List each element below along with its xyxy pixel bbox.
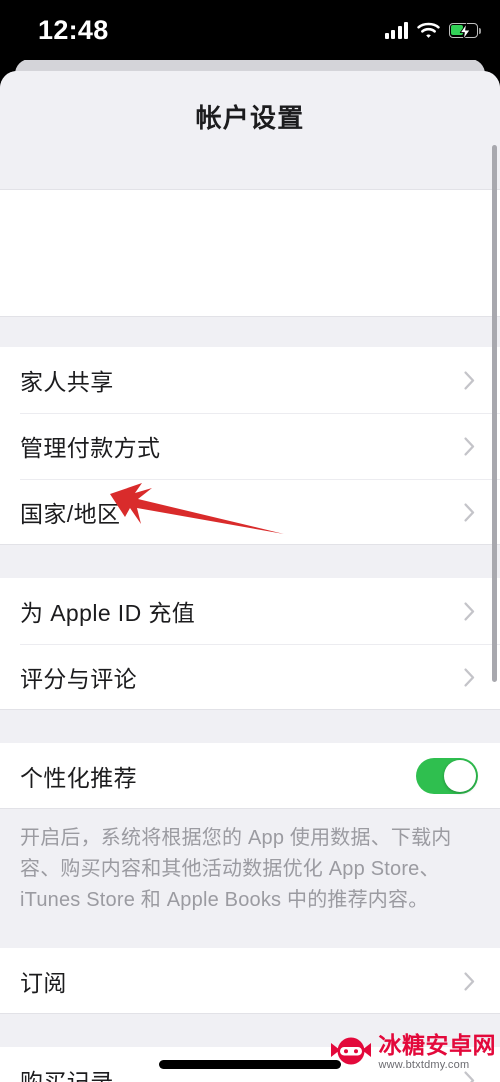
settings-scroll-area[interactable]: 家人共享 管理付款方式 国家/地区 为 Apple ID 充值 评分与评论 个性… (0, 189, 500, 1082)
cellular-signal-icon (384, 21, 408, 39)
row-label: 评分与评论 (20, 666, 137, 692)
settings-row-subscriptions[interactable]: 订阅 (0, 948, 500, 1014)
group-spacer (0, 710, 500, 743)
row-label: 家人共享 (20, 369, 114, 395)
status-bar-time: 12:48 (38, 15, 109, 45)
group-spacer (0, 932, 500, 948)
settings-row-family-sharing[interactable]: 家人共享 (0, 347, 500, 413)
wifi-icon (417, 22, 440, 38)
charging-bolt-icon (459, 22, 471, 40)
subscription-group: 订阅 (0, 948, 500, 1014)
account-summary-placeholder (0, 189, 500, 317)
chevron-right-icon (464, 436, 475, 456)
chevron-right-icon (464, 370, 475, 390)
phone-screen: 12:48 帐户设置 家人共享 管理付款方式 国家/地区 为 Apple ID … (0, 0, 500, 1082)
settings-row-ratings-reviews[interactable]: 评分与评论 (0, 644, 500, 710)
group-spacer (0, 317, 500, 347)
group-spacer (0, 1014, 500, 1047)
row-label: 为 Apple ID 充值 (20, 600, 196, 626)
status-bar: 12:48 (0, 0, 500, 60)
personalized-recommendations-toggle[interactable] (416, 758, 478, 794)
settings-row-country-region[interactable]: 国家/地区 (0, 479, 500, 545)
chevron-right-icon (464, 971, 475, 991)
settings-row-personalized-recommendations[interactable]: 个性化推荐 (0, 743, 500, 809)
recommendation-group: 个性化推荐 (0, 743, 500, 809)
group-spacer (0, 545, 500, 578)
row-label: 国家/地区 (20, 501, 121, 527)
recommendation-footnote: 开启后，系统将根据您的 App 使用数据、下载内容、购买内容和其他活动数据优化 … (0, 809, 500, 932)
billing-group: 为 Apple ID 充值 评分与评论 (0, 578, 500, 710)
chevron-right-icon (464, 601, 475, 621)
vertical-scrollbar[interactable] (492, 145, 497, 682)
page-title: 帐户设置 (195, 103, 305, 133)
account-settings-sheet: 帐户设置 家人共享 管理付款方式 国家/地区 为 Apple ID 充值 评分与… (0, 71, 500, 1082)
toggle-knob (444, 760, 476, 792)
home-indicator (159, 1060, 341, 1069)
account-group: 家人共享 管理付款方式 国家/地区 (0, 347, 500, 545)
status-bar-icons (384, 16, 482, 44)
battery-charging-icon (449, 22, 482, 40)
settings-row-add-funds[interactable]: 为 Apple ID 充值 (0, 578, 500, 644)
chevron-right-icon (464, 502, 475, 522)
sheet-header: 帐户设置 (0, 71, 500, 189)
row-label: 个性化推荐 (20, 765, 137, 791)
row-label: 管理付款方式 (20, 435, 161, 461)
chevron-right-icon (464, 667, 475, 687)
settings-row-manage-payment[interactable]: 管理付款方式 (0, 413, 500, 479)
chevron-right-icon (464, 1070, 475, 1082)
row-label: 订阅 (20, 970, 67, 996)
